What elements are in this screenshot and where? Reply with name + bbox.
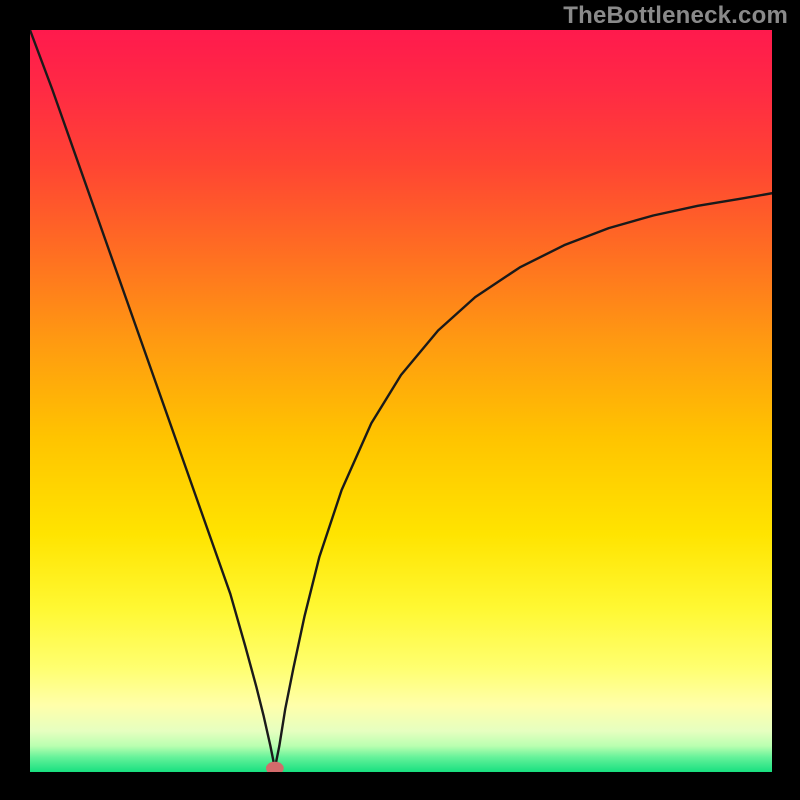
watermark-text: TheBottleneck.com (563, 2, 788, 30)
plot-background (30, 30, 772, 772)
bottleneck-chart (0, 0, 800, 800)
minimum-marker (266, 762, 284, 775)
chart-frame: TheBottleneck.com (0, 0, 800, 800)
